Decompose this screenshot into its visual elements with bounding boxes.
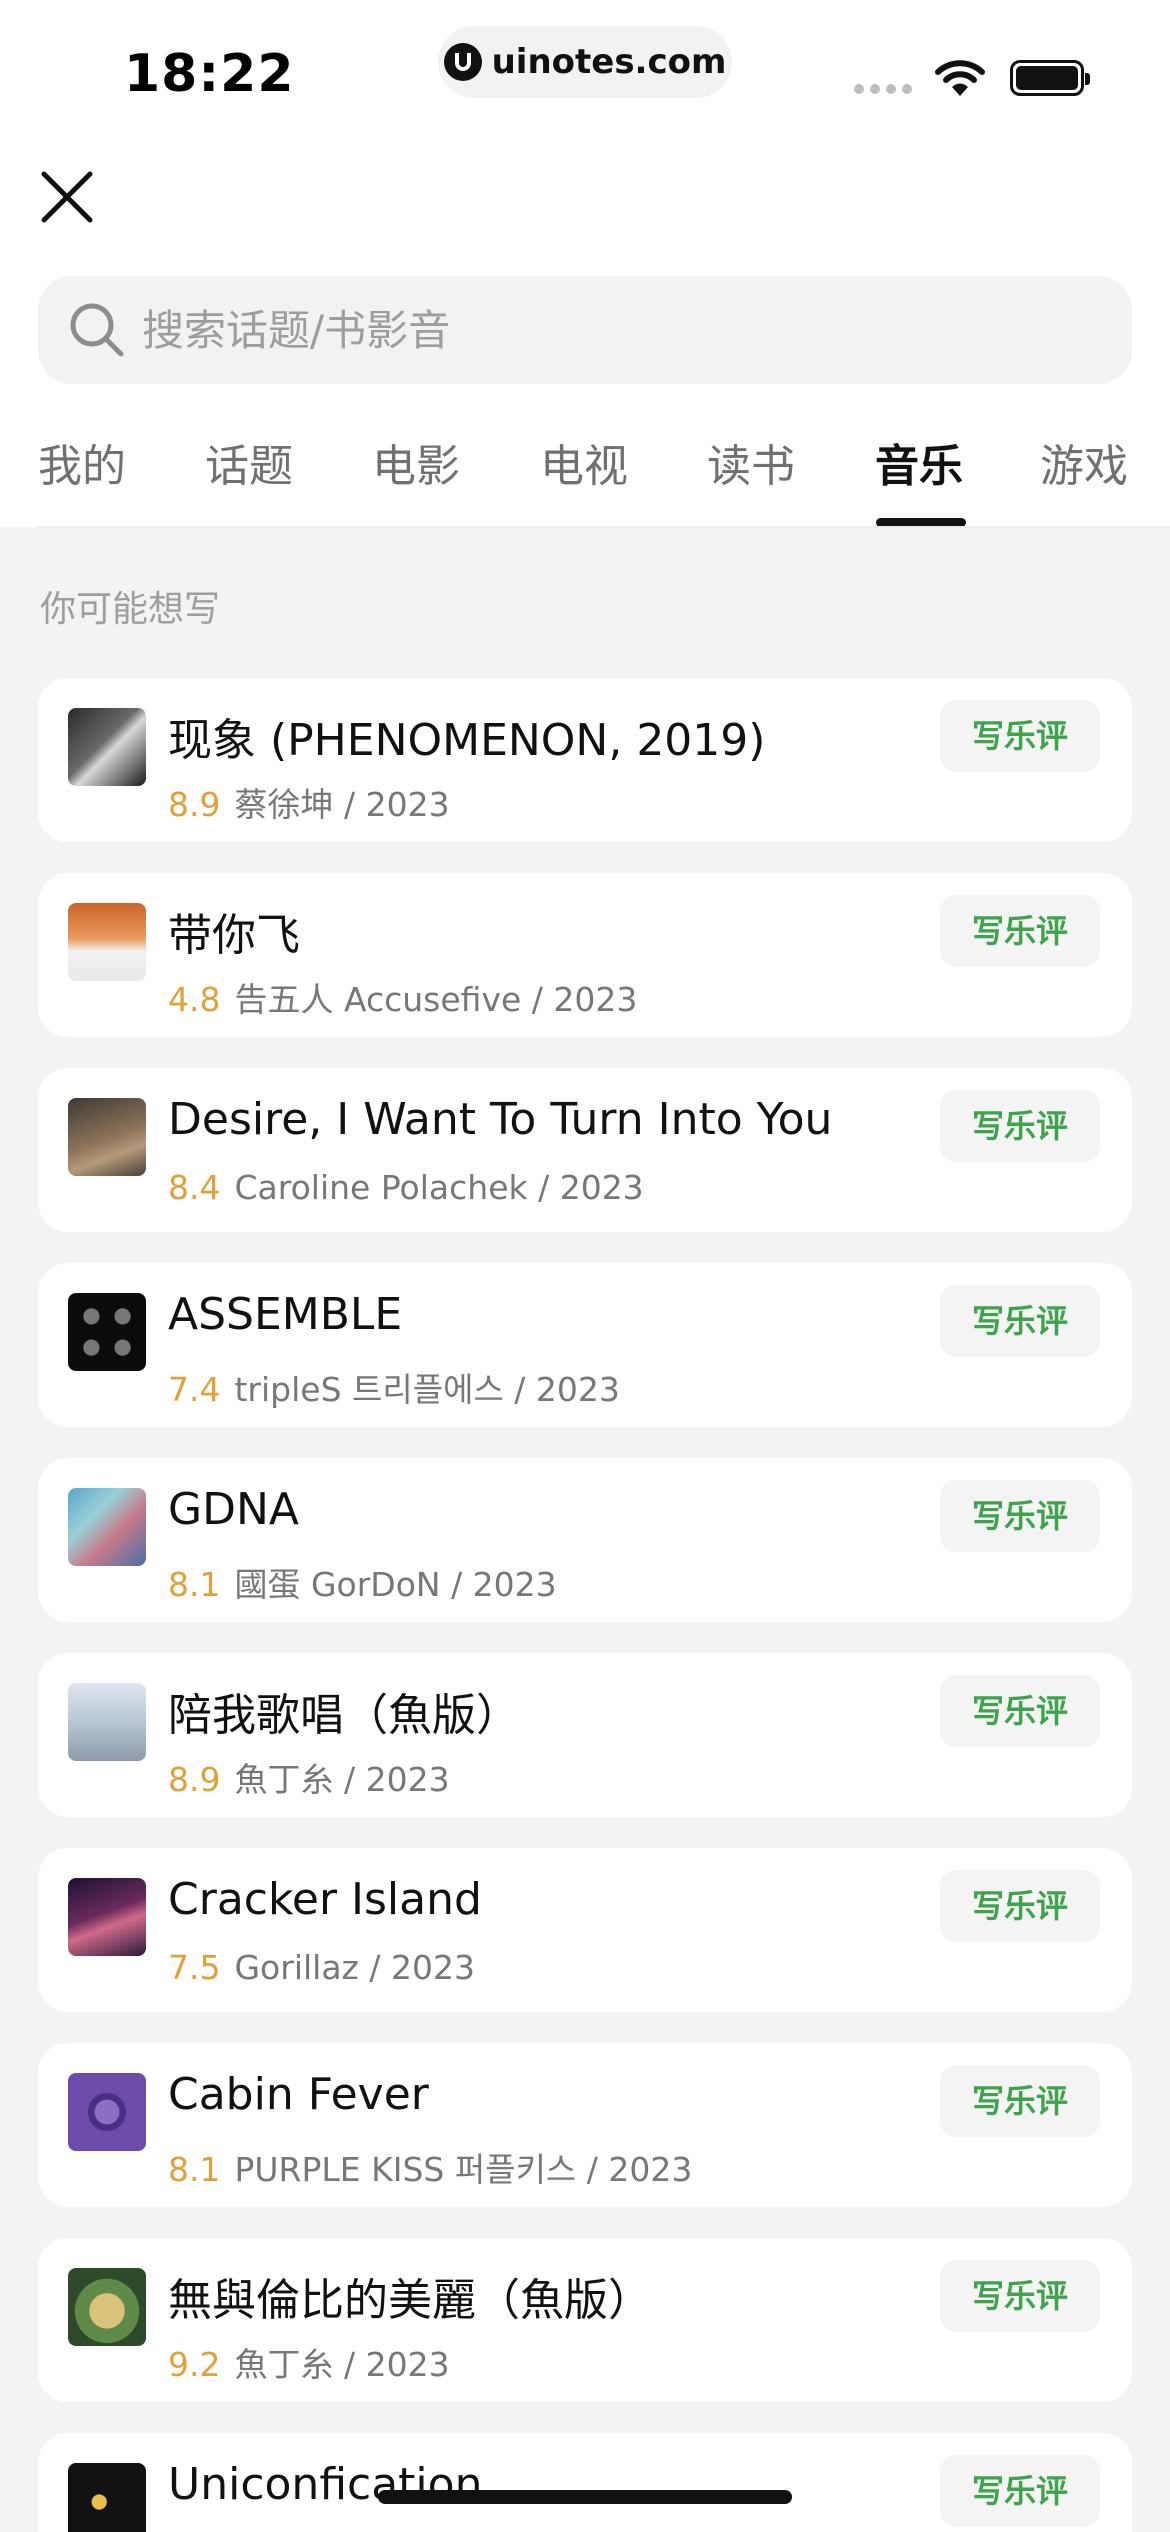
write-review-button[interactable]: 写乐评 — [940, 1870, 1100, 1942]
item-rating: 9.2 — [168, 2345, 221, 2384]
list-item[interactable]: Cracker Island 7.5 Gorillaz / 2023 写乐评 — [38, 1848, 1132, 2012]
item-meta: 7.5 Gorillaz / 2023 — [168, 1948, 475, 1987]
write-review-button[interactable]: 写乐评 — [940, 2065, 1100, 2137]
list-item[interactable]: ASSEMBLE 7.4 tripleS 트리플에스 / 2023 写乐评 — [38, 1263, 1132, 1427]
item-rating: 8.4 — [168, 1168, 221, 1207]
item-meta: 8.1 國蛋 GorDoN / 2023 — [168, 1558, 557, 1606]
list-item[interactable]: Desire, I Want To Turn Into You 8.4 Carol… — [38, 1068, 1132, 1232]
write-review-button[interactable]: 写乐评 — [940, 700, 1100, 772]
tab-books[interactable]: 读书 — [707, 430, 795, 494]
item-title: 现象 (PHENOMENON, 2019) — [168, 715, 766, 766]
write-review-button[interactable]: 写乐评 — [940, 1090, 1100, 1162]
write-review-button[interactable]: 写乐评 — [940, 895, 1100, 967]
tab-games[interactable]: 游戏 — [1040, 430, 1128, 494]
item-subtitle: PURPLE KISS 퍼플키스 / 2023 — [234, 2150, 693, 2189]
list-item[interactable]: 無與倫比的美麗（魚版） 9.2 魚丁糸 / 2023 写乐评 — [38, 2238, 1132, 2402]
item-title: 無與倫比的美麗（魚版） — [168, 2275, 652, 2326]
item-subtitle: tripleS 트리플에스 / 2023 — [234, 1370, 620, 1409]
write-review-button[interactable]: 写乐评 — [940, 1285, 1100, 1357]
list-item[interactable]: Cabin Fever 8.1 PURPLE KISS 퍼플키스 / 2023 写… — [38, 2043, 1132, 2207]
tab-movies[interactable]: 电影 — [372, 430, 460, 494]
write-review-button[interactable]: 写乐评 — [940, 1675, 1100, 1747]
item-meta: 8.4 Caroline Polachek / 2023 — [168, 1168, 644, 1207]
site-logo-icon — [443, 43, 482, 81]
item-meta: 4.8 告五人 Accusefive / 2023 — [168, 973, 637, 1021]
item-title: Cabin Fever — [168, 2069, 429, 2120]
album-cover — [68, 903, 146, 981]
album-cover — [68, 1878, 146, 1956]
item-title: Desire, I Want To Turn Into You — [168, 1094, 833, 1145]
item-title: 带你飞 — [168, 910, 300, 961]
item-rating: 8.9 — [168, 785, 221, 824]
write-review-button[interactable]: 写乐评 — [940, 2260, 1100, 2332]
item-title: 陪我歌唱（魚版） — [168, 1690, 520, 1741]
album-cover — [68, 708, 146, 786]
album-cover — [68, 1293, 146, 1371]
item-title: Cracker Island — [168, 1874, 482, 1925]
tab-topics[interactable]: 话题 — [205, 430, 293, 494]
item-title: ASSEMBLE — [168, 1289, 403, 1340]
item-subtitle: 國蛋 GorDoN / 2023 — [234, 1565, 557, 1604]
list-item[interactable]: 现象 (PHENOMENON, 2019) 8.9 蔡徐坤 / 2023 写乐评 — [38, 678, 1132, 842]
list-item[interactable]: 带你飞 4.8 告五人 Accusefive / 2023 写乐评 — [38, 873, 1132, 1037]
list-item[interactable]: 陪我歌唱（魚版） 8.9 魚丁糸 / 2023 写乐评 — [38, 1653, 1132, 1817]
item-meta: 9.2 魚丁糸 / 2023 — [168, 2338, 450, 2386]
search-input[interactable] — [142, 305, 1042, 355]
list-item[interactable]: GDNA 8.1 國蛋 GorDoN / 2023 写乐评 — [38, 1458, 1132, 1622]
item-rating: 8.9 — [168, 1760, 221, 1799]
item-meta: 7.4 tripleS 트리플에스 / 2023 — [168, 1363, 620, 1411]
tabs-divider — [38, 526, 1170, 528]
item-rating: 4.8 — [168, 980, 221, 1019]
album-cover — [68, 1098, 146, 1176]
category-tabs: 我的 话题 电影 电视 读书 音乐 游戏 — [0, 430, 1170, 526]
item-subtitle: Gorillaz / 2023 — [234, 1948, 475, 1987]
item-meta: 8.1 PURPLE KISS 퍼플키스 / 2023 — [168, 2143, 692, 2191]
tab-music[interactable]: 音乐 — [875, 430, 963, 494]
home-indicator — [378, 2490, 792, 2504]
url-pill[interactable]: uinotes.com — [438, 26, 732, 98]
item-rating: 8.1 — [168, 2150, 221, 2189]
list-item[interactable]: Uniconfication 写乐评 — [38, 2433, 1132, 2532]
item-subtitle: 告五人 Accusefive / 2023 — [234, 980, 638, 1019]
album-cover — [68, 1488, 146, 1566]
item-rating: 7.4 — [168, 1370, 221, 1409]
item-title: GDNA — [168, 1484, 299, 1535]
item-subtitle: Caroline Polachek / 2023 — [234, 1168, 644, 1207]
battery-icon — [1010, 60, 1090, 96]
status-time: 18:22 — [124, 44, 295, 104]
item-meta: 8.9 蔡徐坤 / 2023 — [168, 778, 450, 826]
album-cover — [68, 2073, 146, 2151]
section-title: 你可能想写 — [40, 589, 221, 630]
tab-tv[interactable]: 电视 — [540, 430, 628, 494]
album-cover — [68, 2463, 146, 2532]
album-cover — [68, 2268, 146, 2346]
item-subtitle: 魚丁糸 / 2023 — [234, 1760, 450, 1799]
search-bar[interactable] — [38, 276, 1132, 384]
item-subtitle: 魚丁糸 / 2023 — [234, 2345, 450, 2384]
write-review-button[interactable]: 写乐评 — [940, 2455, 1100, 2527]
item-subtitle: 蔡徐坤 / 2023 — [234, 785, 450, 824]
item-rating: 7.5 — [168, 1948, 221, 1987]
item-rating: 8.1 — [168, 1565, 221, 1604]
tab-mine[interactable]: 我的 — [38, 430, 126, 494]
close-icon[interactable] — [38, 168, 96, 226]
cellular-signal-icon — [854, 84, 912, 94]
album-cover — [68, 1683, 146, 1761]
url-text: uinotes.com — [491, 42, 727, 82]
wifi-icon — [935, 60, 985, 96]
search-icon — [70, 303, 124, 357]
write-review-button[interactable]: 写乐评 — [940, 1480, 1100, 1552]
item-meta: 8.9 魚丁糸 / 2023 — [168, 1753, 450, 1801]
